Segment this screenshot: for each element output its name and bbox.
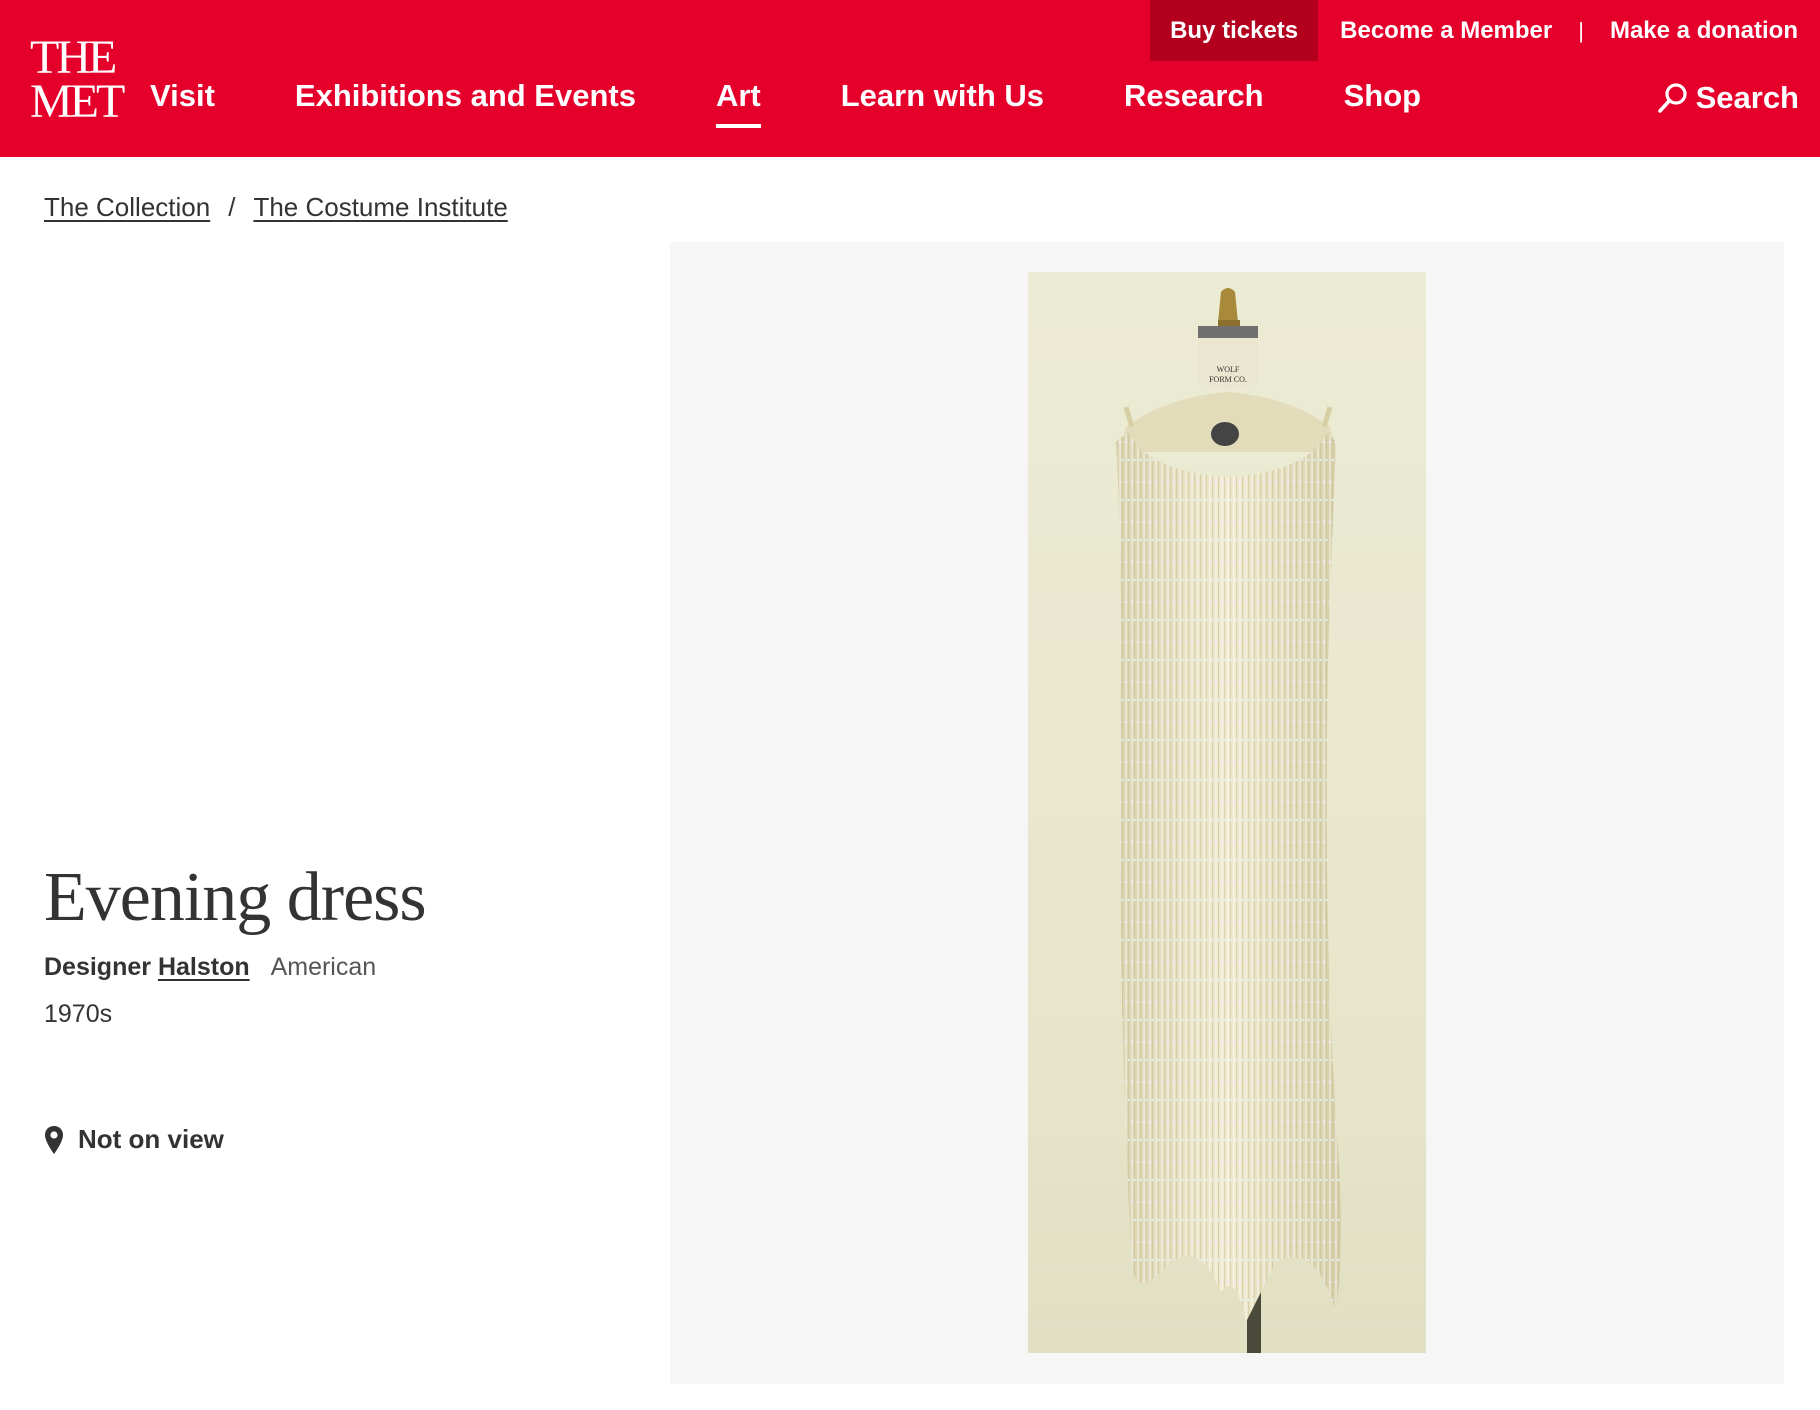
nav-item-art[interactable]: Art [715,78,761,128]
utility-separator: | [1578,17,1584,43]
designer-nationality: American [270,953,377,981]
logo-line-1: THE [30,31,117,84]
object-designer: Designer Halston American [44,953,376,982]
location-pin-icon [45,1125,63,1154]
designer-role: Designer [44,953,151,981]
nav-item-research[interactable]: Research [1124,78,1264,114]
search-label: Search [1695,80,1799,115]
nav-item-shop[interactable]: Shop [1344,78,1422,114]
logo-line-2: MET [30,75,125,128]
breadcrumb-costume-institute[interactable]: The Costume Institute [253,192,507,223]
location-status: Not on view [44,1124,224,1155]
nav-item-exhibitions[interactable]: Exhibitions and Events [295,78,636,114]
main-nav: Visit Exhibitions and Events Art Learn w… [150,78,1501,128]
location-status-label: Not on view [78,1124,224,1154]
met-logo[interactable]: THE MET [30,31,125,128]
mannequin-label-line-2: FORM CO. [1209,375,1247,384]
artwork-image[interactable]: WOLF FORM CO. [1028,272,1426,1353]
buy-tickets-button[interactable]: Buy tickets [1150,0,1319,61]
become-member-link[interactable]: Become a Member [1318,0,1574,61]
utility-nav: Buy tickets Become a Member | Make a don… [1150,0,1820,61]
object-date: 1970s [44,1000,113,1028]
make-donation-link[interactable]: Make a donation [1588,0,1820,61]
nav-item-learn[interactable]: Learn with Us [841,78,1044,114]
breadcrumb: The Collection / The Costume Institute [44,192,508,223]
object-title: Evening dress [44,859,427,936]
search-button[interactable]: Search [1656,80,1799,116]
mannequin-label-line-1: WOLF [1217,365,1240,374]
breadcrumb-collection[interactable]: The Collection [44,192,210,223]
dress-illustration: WOLF FORM CO. [1116,288,1341,1353]
search-icon [1657,83,1687,113]
breadcrumb-separator: / [228,192,236,222]
nav-item-visit[interactable]: Visit [150,78,215,114]
site-header: THE MET Buy tickets Become a Member | Ma… [0,0,1820,157]
designer-name-link[interactable]: Halston [158,953,250,981]
